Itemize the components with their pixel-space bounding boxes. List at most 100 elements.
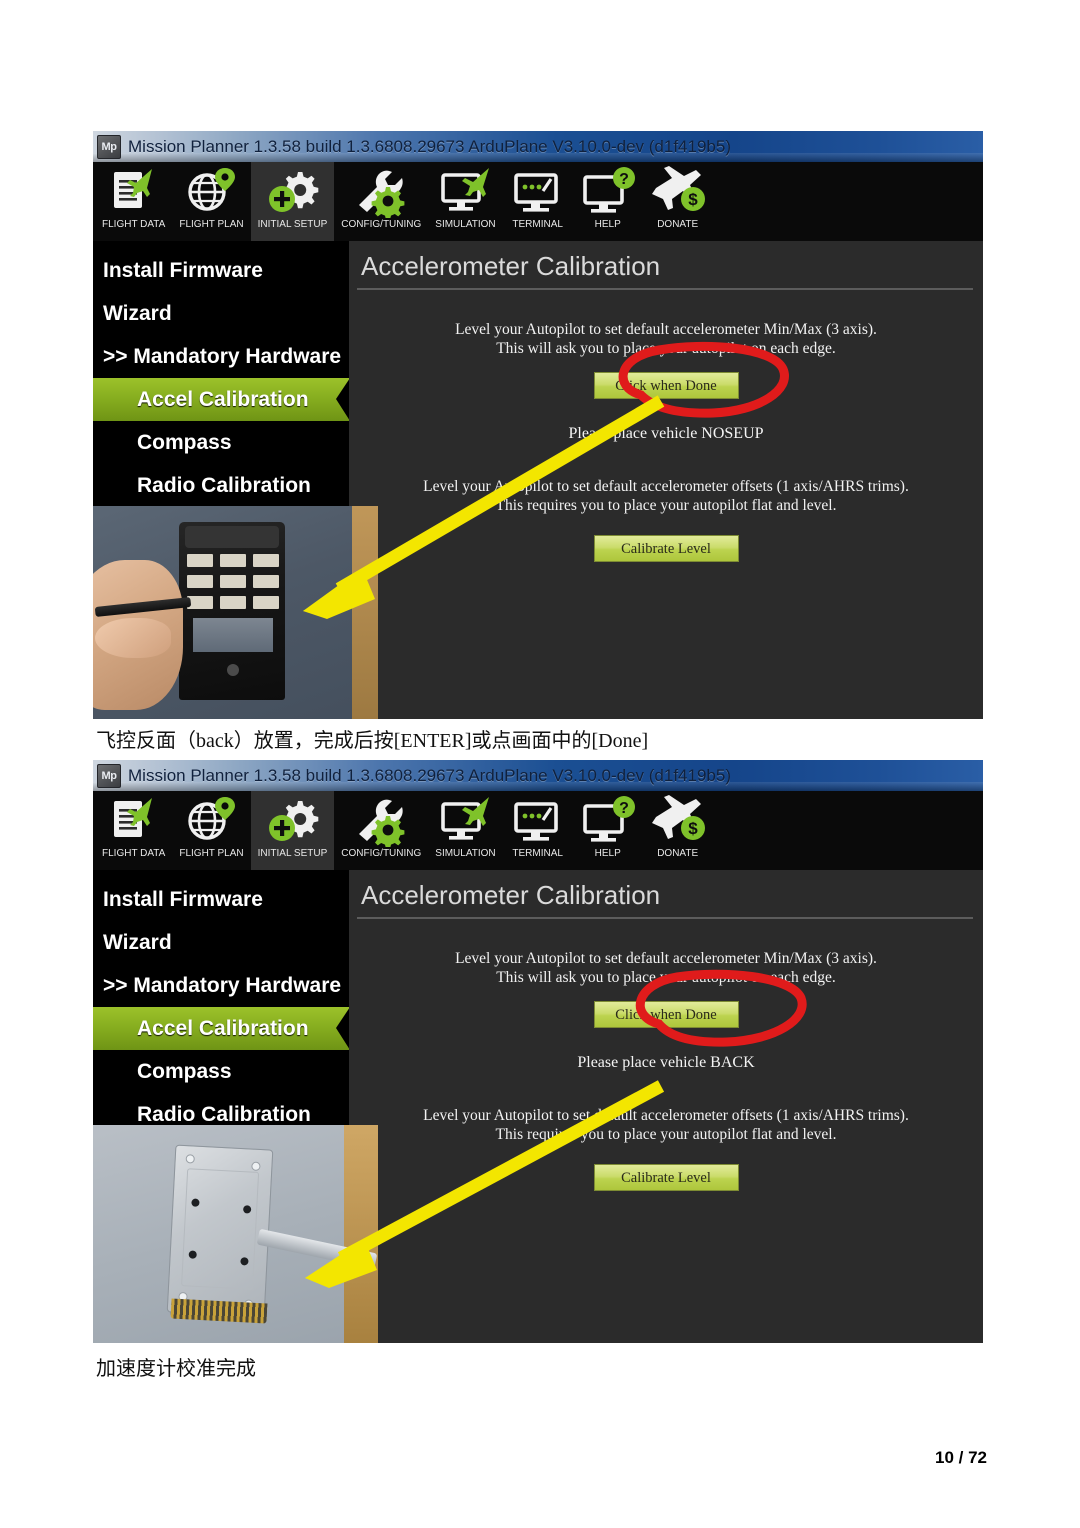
svg-text:$: $ (688, 190, 698, 209)
sidebar-item-accel-calibration[interactable]: Accel Calibration (93, 378, 350, 421)
page-title: Accelerometer Calibration (361, 251, 661, 281)
sidebar-item-mandatory-hardware[interactable]: >> Mandatory Hardware (93, 964, 349, 1007)
toolbar-item-label: FLIGHT DATA (102, 848, 166, 859)
sidebar-item-install-firmware[interactable]: Install Firmware (93, 878, 349, 921)
reference-photo-handheld (93, 506, 378, 719)
instruction-paragraph-2: Level your Autopilot to set default acce… (349, 477, 983, 515)
monitor-plane-icon (437, 166, 493, 218)
toolbar-item-label: CONFIG/TUNING (341, 848, 422, 859)
calibrate-level-button[interactable]: Calibrate Level (593, 535, 739, 562)
instruction-line: This requires you to place your autopilo… (495, 1126, 837, 1143)
toolbar-item-terminal[interactable]: TERMINAL (503, 791, 573, 870)
page-title: Accelerometer Calibration (361, 880, 661, 910)
main-toolbar: FLIGHT DATA FLIGHT PLAN INITIAL SETUP CONFI… (93, 791, 983, 870)
toolbar-item-label: CONFIG/TUNING (341, 219, 422, 230)
screenshot-noseup: Mp Mission Planner 1.3.58 build 1.3.6808… (93, 131, 983, 719)
place-vehicle-message: Please place vehicle NOSEUP (568, 425, 764, 442)
document-page: Mp Mission Planner 1.3.58 build 1.3.6808… (0, 0, 1080, 1528)
sidebar-item-radio-calibration[interactable]: Radio Calibration (93, 464, 349, 507)
sidebar-item-label: Wizard (103, 930, 172, 954)
instruction-line: Level your Autopilot to set default acce… (423, 1107, 909, 1124)
window-title: Mission Planner 1.3.58 build 1.3.6808.29… (128, 765, 731, 785)
window-titlebar: Mp Mission Planner 1.3.58 build 1.3.6808… (93, 131, 983, 162)
instruction-line: Level your Autopilot to set default acce… (423, 478, 909, 495)
toolbar-item-label: DONATE (657, 848, 699, 859)
monitor-plane-icon (437, 795, 493, 847)
toolbar-item-initial-setup[interactable]: INITIAL SETUP (250, 791, 335, 870)
toolbar-item-label: HELP (594, 219, 621, 230)
page-number: 10 / 72 (935, 1448, 987, 1467)
instruction-paragraph-2: Level your Autopilot to set default acce… (349, 1106, 983, 1144)
instruction-paragraph-1: Level your Autopilot to set default acce… (349, 949, 983, 987)
toolbar-item-label: FLIGHT PLAN (179, 848, 244, 859)
instruction-paragraph-1: Level your Autopilot to set default acce… (349, 320, 983, 358)
sidebar-item-wizard[interactable]: Wizard (93, 292, 349, 335)
document-plane-icon (106, 166, 162, 218)
caption-bottom: 加速度计校准完成 (96, 1358, 256, 1380)
toolbar-item-simulation[interactable]: SIMULATION (428, 791, 502, 870)
sidebar-item-label: Install Firmware (103, 887, 263, 911)
sidebar-item-mandatory-hardware[interactable]: >> Mandatory Hardware (93, 335, 349, 378)
title-divider (357, 288, 973, 290)
toolbar-item-label: HELP (594, 848, 621, 859)
click-when-done-button[interactable]: Click when Done (593, 1001, 739, 1028)
toolbar-item-donate[interactable]: $ DONATE (643, 162, 713, 241)
toolbar-item-help[interactable]: ? HELP (573, 791, 643, 870)
toolbar-item-terminal[interactable]: TERMINAL (503, 162, 573, 241)
caption-middle: 飞控反面（back）放置，完成后按[ENTER]或点画面中的[Done] (96, 730, 649, 752)
toolbar-item-label: FLIGHT DATA (102, 219, 166, 230)
mission-planner-logo-icon: Mp (97, 763, 121, 788)
sidebar-item-label: Accel Calibration (137, 1016, 309, 1040)
sidebar-item-label: >> Mandatory Hardware (103, 973, 342, 997)
calibrate-level-button[interactable]: Calibrate Level (593, 1164, 739, 1191)
sidebar-item-wizard[interactable]: Wizard (93, 921, 349, 964)
toolbar-item-simulation[interactable]: SIMULATION (428, 162, 502, 241)
toolbar-item-config-tuning[interactable]: CONFIG/TUNING (334, 791, 428, 870)
svg-text:?: ? (619, 171, 629, 188)
click-when-done-button[interactable]: Click when Done (593, 372, 739, 399)
instruction-line: This will ask you to place your autopilo… (496, 969, 836, 986)
svg-text:?: ? (619, 800, 629, 817)
window-titlebar: Mp Mission Planner 1.3.58 build 1.3.6808… (93, 760, 983, 791)
toolbar-item-label: SIMULATION (435, 848, 496, 859)
sidebar-item-compass[interactable]: Compass (93, 1050, 349, 1093)
accel-calibration-panel: Accelerometer Calibration Level your Aut… (349, 241, 983, 719)
gear-plus-icon (264, 166, 320, 218)
accel-calibration-panel: Accelerometer Calibration Level your Aut… (349, 870, 983, 1343)
toolbar-item-help[interactable]: ? HELP (573, 162, 643, 241)
toolbar-item-label: TERMINAL (512, 219, 563, 230)
monitor-dots-icon (510, 795, 566, 847)
toolbar-item-initial-setup[interactable]: INITIAL SETUP (250, 162, 335, 241)
reference-photo-controller-case (93, 1125, 378, 1343)
toolbar-item-flight-data[interactable]: FLIGHT DATA (95, 162, 172, 241)
sidebar-item-label: >> Mandatory Hardware (103, 344, 342, 368)
instruction-line: Level your Autopilot to set default acce… (455, 950, 877, 967)
sidebar-item-accel-calibration[interactable]: Accel Calibration (93, 1007, 350, 1050)
sidebar-item-label: Radio Calibration (137, 1102, 311, 1126)
monitor-dots-icon (510, 166, 566, 218)
toolbar-item-flight-data[interactable]: FLIGHT DATA (95, 791, 172, 870)
sidebar-item-compass[interactable]: Compass (93, 421, 349, 464)
gear-plus-icon (264, 795, 320, 847)
toolbar-item-donate[interactable]: $ DONATE (643, 791, 713, 870)
monitor-question-icon: ? (580, 166, 636, 218)
sidebar-item-label: Wizard (103, 301, 172, 325)
toolbar-item-label: DONATE (657, 219, 699, 230)
sidebar-item-label: Radio Calibration (137, 473, 311, 497)
place-vehicle-message: Please place vehicle BACK (577, 1054, 755, 1071)
sidebar-item-install-firmware[interactable]: Install Firmware (93, 249, 349, 292)
document-plane-icon (106, 795, 162, 847)
main-toolbar: FLIGHT DATA FLIGHT PLAN INITIAL SETUP CONFI… (93, 162, 983, 241)
toolbar-item-flight-plan[interactable]: FLIGHT PLAN (172, 162, 250, 241)
sidebar-item-label: Compass (137, 430, 232, 454)
toolbar-item-label: FLIGHT PLAN (179, 219, 244, 230)
mission-planner-logo-icon: Mp (97, 134, 121, 159)
wrench-gear-icon (353, 795, 409, 849)
plane-dollar-icon: $ (650, 795, 706, 847)
globe-pin-icon (183, 795, 239, 847)
toolbar-item-flight-plan[interactable]: FLIGHT PLAN (172, 791, 250, 870)
toolbar-item-config-tuning[interactable]: CONFIG/TUNING (334, 162, 428, 241)
sidebar-item-label: Accel Calibration (137, 387, 309, 411)
window-title: Mission Planner 1.3.58 build 1.3.6808.29… (128, 136, 731, 156)
instruction-line: This will ask you to place your autopilo… (496, 340, 836, 357)
